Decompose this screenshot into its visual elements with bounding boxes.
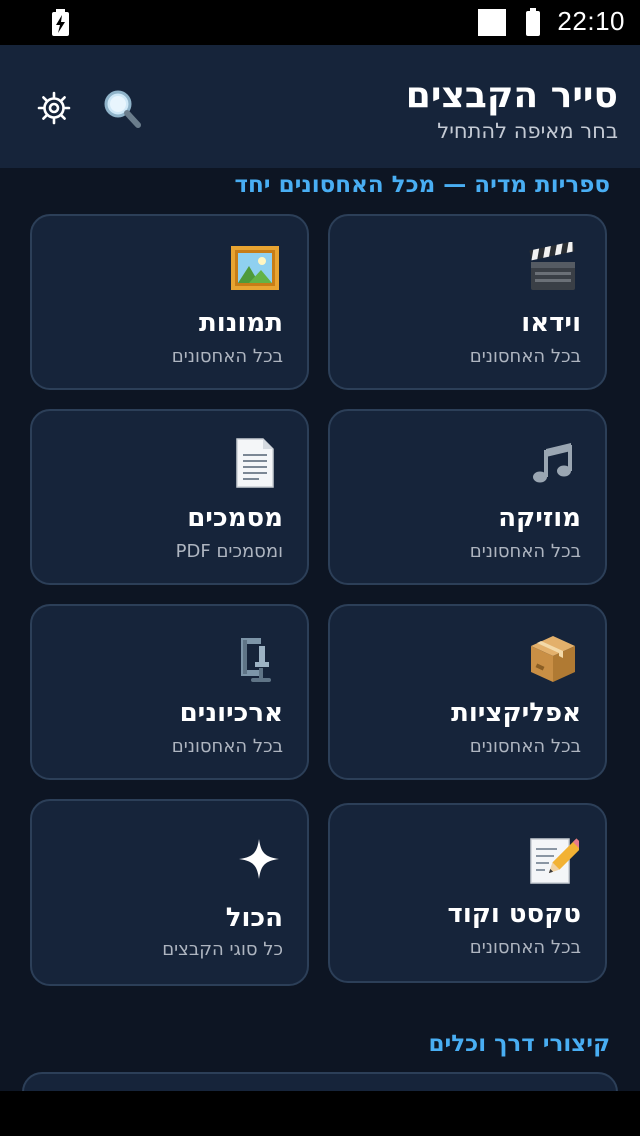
compression-clamp-icon xyxy=(229,632,281,684)
document-icon xyxy=(229,437,281,489)
card-apps[interactable]: אפליקציות בכל האחסונים xyxy=(328,604,607,780)
card-subtitle: בכל האחסונים xyxy=(171,736,283,757)
card-title: טקסט וקוד xyxy=(447,899,581,929)
card-subtitle: ומסמכים PDF xyxy=(175,541,283,562)
section-title-shortcuts: קיצורי דרך וכלים xyxy=(428,1031,610,1057)
card-music[interactable]: מוזיקה בכל האחסונים xyxy=(328,409,607,585)
card-title: מוזיקה xyxy=(498,503,581,533)
settings-button[interactable] xyxy=(34,88,74,128)
app-subtitle: בחר מאיפה להתחיל xyxy=(437,119,618,143)
card-title: אפליקציות xyxy=(451,698,581,728)
sparkle-icon xyxy=(233,833,285,885)
settings-icon xyxy=(37,91,71,125)
app-title: סייר הקבצים xyxy=(405,75,618,116)
app-bar: סייר הקבצים בחר מאיפה להתחיל xyxy=(0,45,640,168)
card-title: וידאו xyxy=(521,308,581,338)
card-subtitle: בכל האחסונים xyxy=(171,346,283,367)
navigation-bar xyxy=(0,1091,640,1136)
card-title: הכול xyxy=(225,903,283,933)
card-title: תמונות xyxy=(199,308,283,338)
charging-icon xyxy=(52,9,69,36)
status-bar: 22:10 xyxy=(0,0,640,45)
card-subtitle: בכל האחסונים xyxy=(469,937,581,958)
status-time: 22:10 xyxy=(557,6,625,36)
section-title-media: ספריות מדיה — מכל האחסונים יחד xyxy=(234,172,610,198)
card-all[interactable]: הכול כל סוגי הקבצים xyxy=(30,799,309,986)
card-subtitle: בכל האחסונים xyxy=(469,736,581,757)
card-subtitle: כל סוגי הקבצים xyxy=(162,939,283,960)
framed-picture-icon xyxy=(229,242,281,294)
search-button[interactable] xyxy=(100,87,144,131)
memo-pencil-icon xyxy=(527,833,579,885)
music-note-icon xyxy=(527,437,579,489)
card-photos[interactable]: תמונות בכל האחסונים xyxy=(30,214,309,390)
card-subtitle: בכל האחסונים xyxy=(469,541,581,562)
card-archives[interactable]: ארכיונים בכל האחסונים xyxy=(30,604,309,780)
card-video[interactable]: וידאו בכל האחסונים xyxy=(328,214,607,390)
card-title: ארכיונים xyxy=(179,698,283,728)
search-icon xyxy=(104,90,141,128)
card-documents[interactable]: מסמכים ומסמכים PDF xyxy=(30,409,309,585)
card-subtitle: בכל האחסונים xyxy=(469,346,581,367)
card-title: מסמכים xyxy=(187,503,283,533)
battery-icon xyxy=(526,8,540,36)
notification-square-icon xyxy=(478,9,506,36)
card-text-code[interactable]: טקסט וקוד בכל האחסונים xyxy=(328,803,607,983)
package-icon xyxy=(527,632,579,684)
clapperboard-icon xyxy=(527,242,579,294)
